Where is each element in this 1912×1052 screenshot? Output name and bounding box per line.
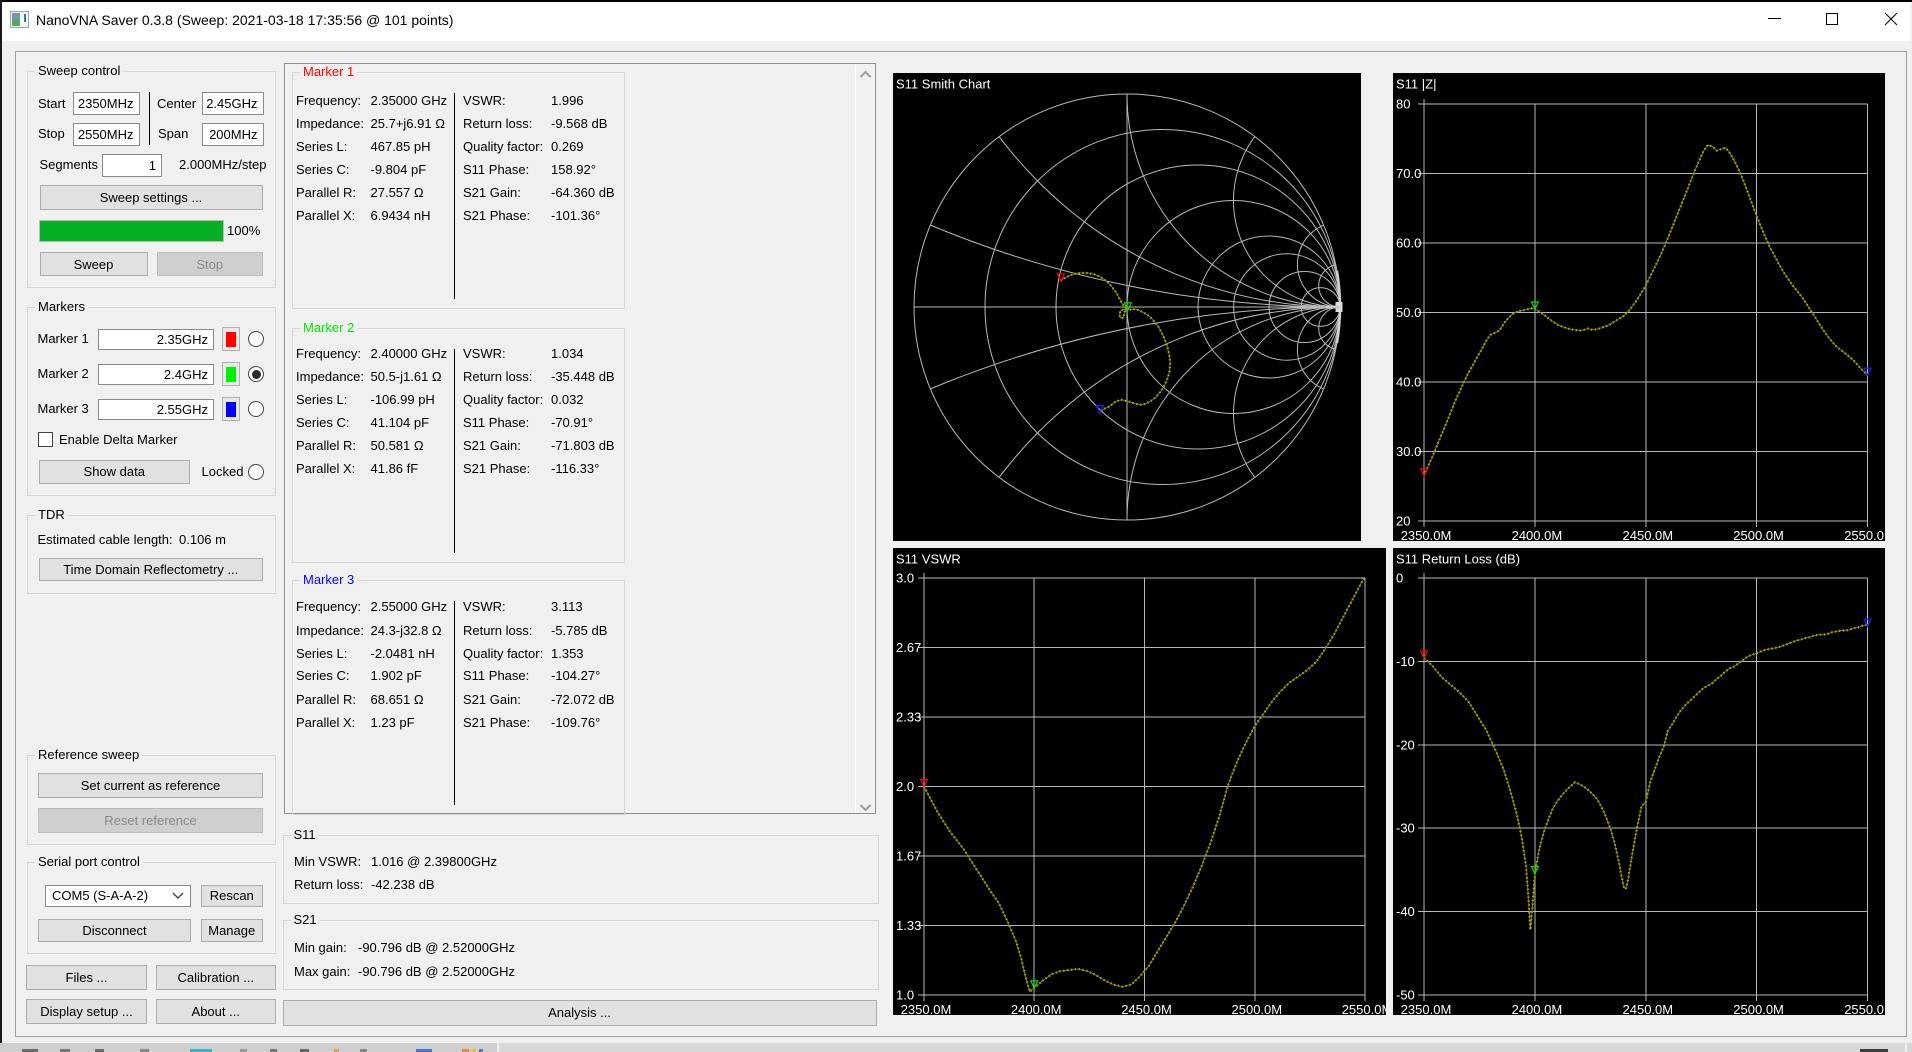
svg-text:2.33: 2.33 [896, 710, 921, 725]
svg-text:S11 |Z|: S11 |Z| [1396, 77, 1436, 92]
svg-text:2450.0M: 2450.0M [1623, 528, 1674, 541]
svg-text:-30: -30 [1396, 821, 1415, 836]
svg-text:80: 80 [1396, 97, 1410, 112]
svg-text:2350.0M: 2350.0M [1401, 1002, 1452, 1015]
svg-text:3.0: 3.0 [896, 571, 914, 586]
svg-text:1.67: 1.67 [896, 849, 921, 864]
svg-text:-40: -40 [1396, 904, 1415, 919]
svg-text:60.0: 60.0 [1396, 236, 1421, 251]
svg-text:2500.0M: 2500.0M [1733, 528, 1784, 541]
svg-text:2400.0M: 2400.0M [1512, 528, 1563, 541]
svg-text:2400.0M: 2400.0M [1512, 1002, 1563, 1015]
svg-text:-50: -50 [1396, 988, 1415, 1003]
svg-text:2550.0M: 2550.0M [1844, 1002, 1885, 1015]
svg-text:2.0: 2.0 [896, 779, 914, 794]
svg-text:2500.0M: 2500.0M [1733, 1002, 1784, 1015]
svg-text:2350.0M: 2350.0M [901, 1002, 952, 1015]
svg-text:2450.0M: 2450.0M [1623, 1002, 1674, 1015]
svg-text:2.67: 2.67 [896, 640, 921, 655]
svg-text:70.0: 70.0 [1396, 166, 1421, 181]
svg-text:2400.0M: 2400.0M [1011, 1002, 1062, 1015]
svg-text:S11 Return Loss (dB): S11 Return Loss (dB) [1396, 552, 1520, 567]
svg-text:0: 0 [1396, 571, 1403, 586]
svg-text:2550.0M: 2550.0M [1844, 528, 1885, 541]
svg-text:-10: -10 [1396, 654, 1415, 669]
svg-text:40.0: 40.0 [1396, 375, 1421, 390]
svg-text:-20: -20 [1396, 737, 1415, 752]
svg-text:1.0: 1.0 [896, 988, 914, 1003]
svg-text:2350.0M: 2350.0M [1401, 528, 1452, 541]
svg-text:S11 VSWR: S11 VSWR [896, 552, 961, 567]
svg-text:20: 20 [1396, 514, 1410, 529]
svg-text:2450.0M: 2450.0M [1121, 1002, 1172, 1015]
svg-text:2500.0M: 2500.0M [1232, 1002, 1283, 1015]
svg-text:1.33: 1.33 [896, 918, 921, 933]
svg-text:2550.0M: 2550.0M [1342, 1002, 1386, 1015]
svg-text:50.0: 50.0 [1396, 305, 1421, 320]
svg-text:30.0: 30.0 [1396, 444, 1421, 459]
svg-text:S11 Smith Chart: S11 Smith Chart [896, 77, 991, 92]
